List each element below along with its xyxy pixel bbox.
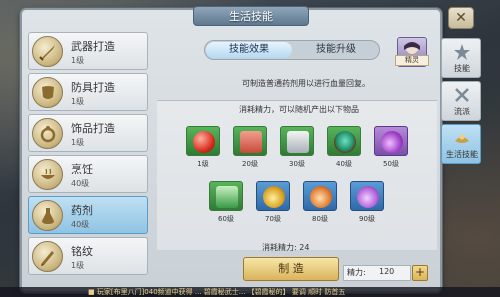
life-skill-tab-icon	[455, 134, 469, 143]
item-slot[interactable]	[350, 181, 384, 211]
skill-item-weapon[interactable]: 武器打造 1级	[28, 32, 148, 70]
item-level: 30级	[289, 160, 305, 168]
red-orb-icon	[193, 131, 215, 153]
skill-name: 武器打造	[71, 40, 115, 53]
skill-name: 铭纹	[71, 245, 93, 258]
energy-value: 120	[379, 267, 395, 276]
item-level: 20级	[242, 160, 258, 168]
tab-life-skill[interactable]: 生活技能	[441, 124, 481, 164]
plus-icon: +	[414, 265, 426, 279]
skill-level: 40级	[71, 220, 90, 229]
sub-tab-bar: 技能效果 技能升级	[204, 40, 380, 60]
tab-skill-effect[interactable]: 技能效果	[206, 42, 292, 58]
side-tab-label: 流派	[454, 107, 470, 116]
energy-label: 精力:	[347, 268, 366, 277]
energy-cost: 消耗精力: 24	[262, 243, 310, 252]
skill-effect-description: 可制造普通药剂用以进行血量回复。	[242, 79, 370, 88]
companion-label: 精灵	[395, 55, 429, 66]
item-level: 80级	[312, 215, 328, 223]
item-slot[interactable]	[327, 126, 361, 156]
inscription-icon	[32, 241, 63, 272]
skill-name: 药剂	[71, 204, 93, 217]
item-level: 50级	[383, 160, 399, 168]
item-slot[interactable]	[280, 126, 314, 156]
skill-item-potion[interactable]: 药剂 40级	[28, 196, 148, 234]
tab-skill-upgrade[interactable]: 技能升级	[293, 42, 379, 58]
item-slot[interactable]	[256, 181, 290, 211]
green-box-icon	[216, 186, 238, 208]
skill-level: 40级	[71, 179, 90, 188]
item-slot[interactable]	[209, 181, 243, 211]
skill-list: 武器打造 1级 防具打造 1级 饰品打造 1级 烹饪 40级 药剂 40级 铭纹	[28, 32, 148, 294]
skill-item-inscription[interactable]: 铭纹 1级	[28, 237, 148, 275]
accessory-icon	[32, 118, 63, 149]
purple-flask-icon	[381, 131, 403, 153]
chat-bar: ■ 玩家[布里八门]040频道中获得 ... 碧霞秘武士... 【碧霞秘的】 要…	[0, 287, 500, 297]
make-button[interactable]: 制 造	[243, 257, 339, 281]
skill-name: 烹饪	[71, 163, 93, 176]
side-tab-bar: 技能 流派 生活技能	[441, 38, 481, 168]
skill-name: 防具打造	[71, 81, 115, 94]
skill-name: 饰品打造	[71, 122, 115, 135]
item-slot[interactable]	[186, 126, 220, 156]
bowl-icon	[334, 131, 356, 153]
cooking-icon	[32, 159, 63, 190]
side-tab-label: 生活技能	[446, 150, 478, 159]
item-level: 1级	[197, 160, 209, 168]
tab-faction[interactable]: 流派	[441, 81, 481, 121]
weapon-icon	[32, 36, 63, 67]
skill-item-armor[interactable]: 防具打造 1级	[28, 73, 148, 111]
item-slot[interactable]	[303, 181, 337, 211]
golden-flask-icon	[263, 186, 285, 208]
close-icon: ✕	[455, 10, 467, 26]
side-tab-label: 技能	[454, 64, 470, 73]
item-level: 40级	[336, 160, 352, 168]
item-slot[interactable]	[374, 126, 408, 156]
skill-level: 1级	[71, 56, 85, 65]
window-title: 生活技能	[193, 6, 309, 26]
armor-icon	[32, 77, 63, 108]
violet-flask-icon	[357, 186, 379, 208]
item-level: 60级	[218, 215, 234, 223]
skill-item-cooking[interactable]: 烹饪 40级	[28, 155, 148, 193]
bottle-icon	[310, 186, 332, 208]
skill-level: 1级	[71, 261, 85, 270]
faction-tab-icon	[455, 88, 469, 102]
item-slot[interactable]	[233, 126, 267, 156]
skill-tab-icon	[454, 44, 470, 60]
skill-item-accessory[interactable]: 饰品打造 1级	[28, 114, 148, 152]
close-button[interactable]: ✕	[448, 7, 474, 29]
item-level: 90级	[359, 215, 375, 223]
tab-skill[interactable]: 技能	[441, 38, 481, 78]
gift-box-icon	[240, 131, 262, 153]
items-header: 消耗精力，可以随机产出以下物品	[239, 105, 359, 114]
skill-level: 1级	[71, 138, 85, 147]
items-frame	[157, 100, 437, 250]
potion-icon	[32, 200, 63, 231]
item-level: 70级	[265, 215, 281, 223]
silver-box-icon	[287, 131, 309, 153]
add-energy-button[interactable]: +	[412, 265, 428, 281]
skill-level: 1级	[71, 97, 85, 106]
